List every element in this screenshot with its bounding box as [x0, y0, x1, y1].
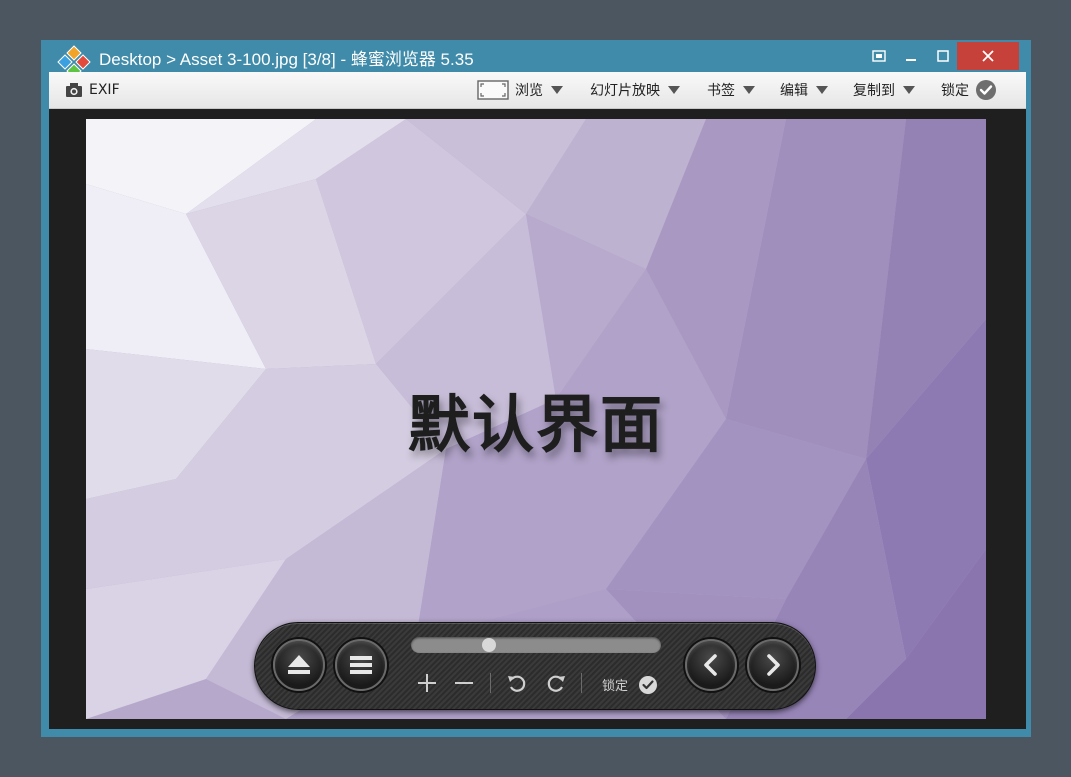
rotate-right-button[interactable] — [544, 671, 568, 695]
title-bar[interactable]: Desktop > Asset 3-100.jpg [3/8] - 蜂蜜浏览器 … — [41, 40, 1031, 78]
hamburger-menu-icon — [350, 656, 372, 674]
toolbar: EXIF 浏览 幻灯片放映 书签 编辑 复制到 锁定 — [49, 72, 1026, 109]
minimize-icon — [906, 59, 916, 61]
zoom-in-button[interactable] — [415, 671, 439, 695]
check-circle-icon — [639, 676, 658, 694]
separator — [581, 673, 582, 693]
bookmarks-menu[interactable]: 书签 — [707, 72, 755, 108]
edit-label: 编辑 — [780, 83, 808, 99]
menu-button[interactable] — [335, 639, 387, 691]
fit-window-button[interactable] — [869, 42, 889, 70]
image-caption-text: 默认界面 — [407, 388, 664, 461]
chevron-down-icon — [816, 86, 828, 94]
close-icon — [982, 50, 994, 62]
minus-icon — [455, 682, 473, 684]
floating-control-bar: 锁定 — [254, 622, 816, 710]
eject-button[interactable] — [273, 639, 325, 691]
maximize-button[interactable] — [931, 42, 955, 70]
lock-control[interactable]: 锁定 — [602, 675, 658, 695]
maximize-icon — [937, 50, 949, 62]
chevron-down-icon — [743, 86, 755, 94]
eject-icon — [288, 655, 310, 674]
zoom-out-button[interactable] — [452, 671, 476, 695]
slideshow-label: 幻灯片放映 — [590, 83, 660, 99]
copy-to-label: 复制到 — [853, 83, 895, 99]
close-button[interactable] — [957, 42, 1019, 70]
rotate-ccw-icon — [508, 675, 526, 692]
fullscreen-frame-icon — [477, 80, 509, 100]
rotate-left-button[interactable] — [505, 671, 529, 695]
window-title: Desktop > Asset 3-100.jpg [3/8] - 蜂蜜浏览器 … — [99, 50, 474, 69]
zoom-slider-handle[interactable] — [482, 638, 496, 652]
lock-control-label: 锁定 — [602, 679, 629, 694]
chevron-right-icon — [767, 654, 780, 676]
plus-icon — [418, 674, 436, 692]
lock-label: 锁定 — [941, 83, 969, 99]
exif-label: EXIF — [89, 82, 120, 98]
camera-icon — [66, 83, 82, 97]
bookmarks-label: 书签 — [707, 83, 735, 99]
exif-button[interactable]: EXIF — [65, 72, 120, 108]
rotate-cw-icon — [547, 675, 565, 692]
chevron-down-icon — [903, 86, 915, 94]
browse-menu[interactable]: 浏览 — [477, 72, 563, 108]
minimize-button[interactable] — [899, 42, 923, 70]
zoom-slider[interactable] — [411, 637, 661, 653]
chevron-down-icon — [668, 86, 680, 94]
separator — [490, 673, 491, 693]
fit-icon — [872, 50, 886, 62]
slideshow-menu[interactable]: 幻灯片放映 — [590, 72, 680, 108]
edit-menu[interactable]: 编辑 — [780, 72, 828, 108]
browse-label: 浏览 — [515, 83, 543, 99]
check-circle-icon — [976, 80, 996, 100]
chevron-down-icon — [551, 86, 563, 94]
lock-toggle[interactable]: 锁定 — [941, 72, 997, 108]
copy-to-menu[interactable]: 复制到 — [853, 72, 915, 108]
next-image-button[interactable] — [747, 639, 799, 691]
previous-image-button[interactable] — [685, 639, 737, 691]
chevron-left-icon — [704, 654, 717, 676]
